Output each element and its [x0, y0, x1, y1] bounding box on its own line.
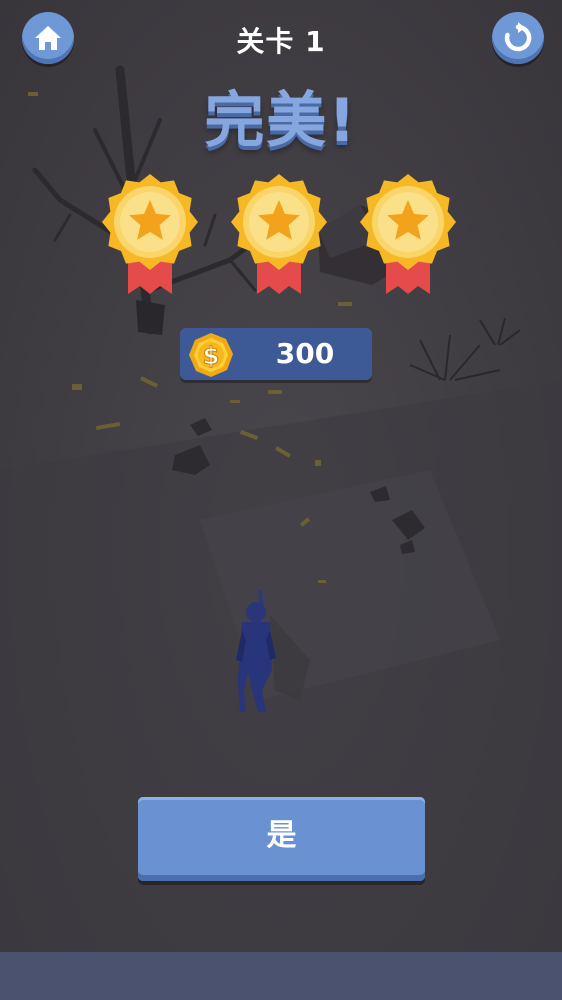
level-title: 关卡 1 [236, 25, 326, 58]
rock [190, 418, 212, 436]
coin-amount: 300 [275, 337, 335, 370]
star-medals [0, 172, 562, 307]
coin-reward-panel: $ 300 [180, 328, 372, 380]
star-medal-icon [102, 174, 198, 294]
star-medal-icon [231, 174, 327, 294]
level-complete-screen: 关卡 1 完美! $ 300 是 [0, 0, 562, 1000]
svg-text:$: $ [203, 342, 220, 370]
result-title: 完美! [204, 86, 358, 156]
confirm-button-label: 是 [266, 818, 297, 853]
dry-bush [409, 317, 521, 381]
star-medal-icon [360, 174, 456, 294]
dollar-coin-icon: $ [189, 333, 233, 377]
confirm-button[interactable]: 是 [138, 797, 425, 881]
bottom-bar [0, 952, 562, 1000]
